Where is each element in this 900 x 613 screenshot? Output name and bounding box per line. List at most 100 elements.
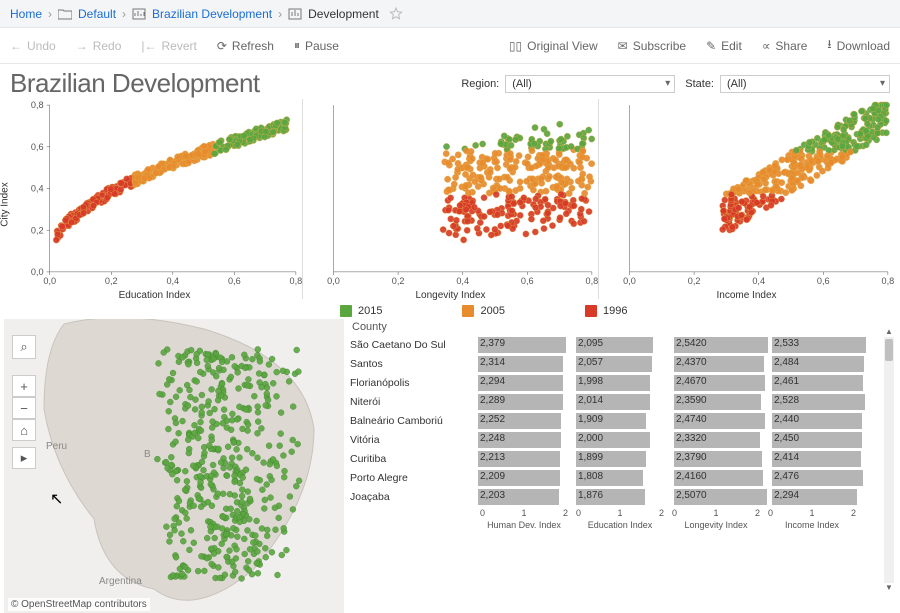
undo-button[interactable]: ← Undo <box>10 39 56 53</box>
bar-cell: 2,528 <box>772 394 868 410</box>
bar-cell: 2,248 <box>478 432 574 448</box>
filter-state: State: (All) <box>685 75 890 93</box>
bar-cell: 2,213 <box>478 451 574 467</box>
scroll-down-icon[interactable]: ▼ <box>884 583 894 593</box>
scatter-charts: City Index 0,00,20,40,60,80,00,20,40,60,… <box>0 99 900 299</box>
star-icon[interactable] <box>389 7 403 21</box>
bar-cell: 2,5420 <box>674 337 770 353</box>
state-select[interactable]: (All) <box>720 75 890 93</box>
filter-state-label: State: <box>685 78 714 90</box>
table-row[interactable]: Curitiba2,2131,8992,37902,414 <box>350 449 896 468</box>
breadcrumb-home[interactable]: Home <box>10 7 42 21</box>
chart-education-svg: 0,00,20,40,60,80,00,20,40,60,8 <box>7 99 302 302</box>
svg-text:0,0: 0,0 <box>623 276 636 286</box>
bar-cell: 2,5070 <box>674 489 770 505</box>
bar-cell: 2,4370 <box>674 356 770 372</box>
map-zoom-in-button[interactable]: + <box>12 375 36 397</box>
bar-cell: 2,450 <box>772 432 868 448</box>
x-axis-label: Longevity Index <box>415 290 485 301</box>
breadcrumb-project[interactable]: Brazilian Development <box>152 7 272 21</box>
map-label-argentina: Argentina <box>99 576 142 587</box>
breadcrumb-sep: › <box>122 7 126 21</box>
svg-text:0,6: 0,6 <box>228 276 241 286</box>
bar-cell: 2,203 <box>478 489 574 505</box>
sheet-icon <box>288 7 302 21</box>
chart-education[interactable]: City Index 0,00,20,40,60,80,00,20,40,60,… <box>6 99 302 299</box>
bar-cell: 2,3320 <box>674 432 770 448</box>
svg-text:0,6: 0,6 <box>521 276 534 286</box>
map[interactable]: ⌕ + − ⌂ ▸ Peru B Argentina © OpenStreetM… <box>4 319 344 613</box>
bar-cell: 2,476 <box>772 470 868 486</box>
download-icon: ⭳ <box>827 35 831 56</box>
col-axis: 012Income Index <box>764 508 860 536</box>
chart-longevity-svg: 0,00,20,40,60,8 <box>303 99 598 302</box>
table-row[interactable]: Porto Alegre2,2091,8082,41602,476 <box>350 468 896 487</box>
legend-1996[interactable]: 1996 <box>585 305 627 317</box>
bar-cell: 2,461 <box>772 375 868 391</box>
redo-button[interactable]: → Redo <box>76 39 122 53</box>
table-row[interactable]: Joaçaba2,2031,8762,50702,294 <box>350 487 896 506</box>
refresh-button[interactable]: ⟳ Refresh <box>217 39 274 53</box>
view-icon: ▯▯ <box>509 39 522 53</box>
scroll-thumb[interactable] <box>885 339 893 361</box>
original-view-button[interactable]: ▯▯ Original View <box>509 39 598 53</box>
table-row[interactable]: Vitória2,2482,0002,33202,450 <box>350 430 896 449</box>
county-name: Porto Alegre <box>350 472 476 484</box>
bar-cell: 2,289 <box>478 394 574 410</box>
bar-cell: 2,4740 <box>674 413 770 429</box>
table-scrollbar[interactable]: ▲ ▼ <box>884 337 894 583</box>
region-select[interactable]: (All) <box>505 75 675 93</box>
map-search-button[interactable]: ⌕ <box>12 335 36 359</box>
table-row[interactable]: Florianópolis2,2941,9982,46702,461 <box>350 373 896 392</box>
filter-region-label: Region: <box>461 78 499 90</box>
edit-button[interactable]: ✎ Edit <box>706 39 742 53</box>
chart-income[interactable]: 0,00,20,40,60,8 Income Index <box>598 99 894 299</box>
workbook-icon <box>132 7 146 21</box>
legend-swatch <box>340 305 352 317</box>
map-play-button[interactable]: ▸ <box>12 447 36 469</box>
map-zoom-out-button[interactable]: − <box>12 397 36 419</box>
revert-button[interactable]: |← Revert <box>141 39 196 53</box>
bar-cell: 2,440 <box>772 413 868 429</box>
cursor-icon: ↖ <box>50 489 63 509</box>
county-name: Joaçaba <box>350 491 476 503</box>
svg-text:0,4: 0,4 <box>752 276 765 286</box>
scroll-up-icon[interactable]: ▲ <box>884 327 894 337</box>
bar-cell: 2,3790 <box>674 451 770 467</box>
search-icon: ⌕ <box>20 339 27 355</box>
revert-icon: |← <box>141 39 156 53</box>
svg-text:0,6: 0,6 <box>817 276 830 286</box>
county-name: Curitiba <box>350 453 476 465</box>
download-button[interactable]: ⭳ Download <box>827 35 890 56</box>
x-axis-label: Education Index <box>119 290 191 301</box>
table-row[interactable]: São Caetano Do Sul2,3792,0952,54202,533 <box>350 335 896 354</box>
folder-icon <box>58 7 72 21</box>
county-name: Niterói <box>350 396 476 408</box>
table-row[interactable]: Niterói2,2892,0142,35902,528 <box>350 392 896 411</box>
share-button[interactable]: ∝ Share <box>762 39 808 53</box>
pause-button[interactable]: ⏸ Pause <box>294 38 339 53</box>
svg-text:0,2: 0,2 <box>31 225 44 235</box>
bar-cell: 2,379 <box>478 337 574 353</box>
table-row[interactable]: Balneário Camboriú2,2521,9092,47402,440 <box>350 411 896 430</box>
col-axis: 012Education Index <box>572 508 668 536</box>
bar-cell: 2,000 <box>576 432 672 448</box>
bar-cell: 2,3590 <box>674 394 770 410</box>
table-row[interactable]: Santos2,3142,0572,43702,484 <box>350 354 896 373</box>
svg-text:0,0: 0,0 <box>31 267 44 277</box>
bar-cell: 2,484 <box>772 356 868 372</box>
svg-text:0,0: 0,0 <box>43 276 56 286</box>
bar-cell: 2,057 <box>576 356 672 372</box>
chart-longevity[interactable]: 0,00,20,40,60,8 Longevity Index <box>302 99 598 299</box>
bar-cell: 2,4160 <box>674 470 770 486</box>
breadcrumb-default[interactable]: Default <box>78 7 116 21</box>
legend-2015[interactable]: 2015 <box>340 305 382 317</box>
legend-2005[interactable]: 2005 <box>462 305 504 317</box>
map-home-button[interactable]: ⌂ <box>12 419 36 441</box>
pause-icon: ⏸ <box>294 38 300 53</box>
svg-text:0,0: 0,0 <box>327 276 340 286</box>
subscribe-button[interactable]: ✉ Subscribe <box>618 39 686 53</box>
legend-swatch <box>585 305 597 317</box>
map-label-bolivia: B <box>144 449 151 460</box>
svg-text:0,4: 0,4 <box>166 276 179 286</box>
